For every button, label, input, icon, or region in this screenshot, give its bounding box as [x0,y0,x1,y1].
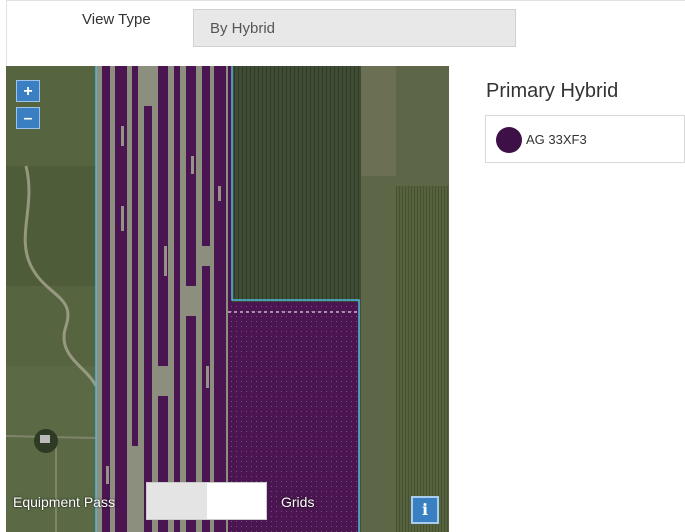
view-type-bar: View Type By Hybrid [6,0,685,66]
toggle-knob[interactable] [147,483,207,519]
hybrid-legend-item[interactable]: AG 33XF3 [485,115,685,163]
map-imagery [6,66,449,532]
primary-hybrid-title: Primary Hybrid [486,80,619,102]
zoom-out-button[interactable]: – [16,107,40,129]
hybrid-name: AG 33XF3 [526,132,587,147]
field-map[interactable] [6,66,449,532]
equipment-pass-label: Equipment Pass [13,494,115,510]
view-type-label: View Type [82,11,151,28]
hybrid-color-swatch [496,127,522,153]
equipment-pass-grids-toggle[interactable] [146,482,267,520]
grids-label: Grids [281,494,315,510]
zoom-in-button[interactable]: + [16,80,40,102]
info-icon[interactable]: i [411,496,439,524]
view-type-select[interactable]: By Hybrid [193,9,516,47]
